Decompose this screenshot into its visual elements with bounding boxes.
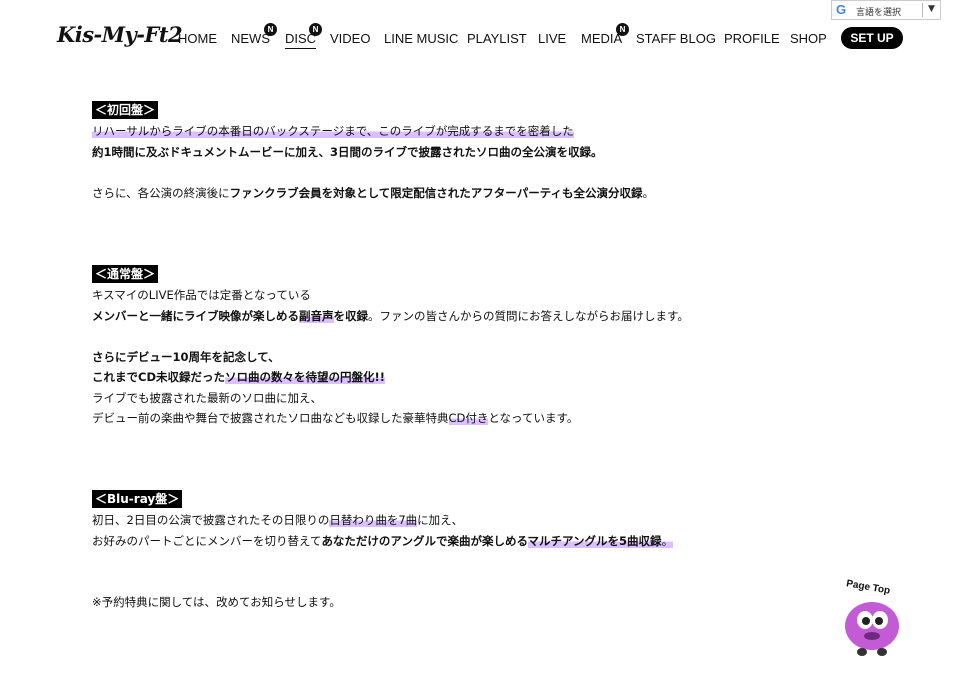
first-line-3c: 。	[642, 186, 655, 200]
normal-line-6a: デビュー前の楽曲や舞台で披露されたソロ曲なども収録した豪華特典	[92, 411, 449, 425]
normal-line-2a: メンバーと一緒にライブ映像が楽しめる	[92, 309, 299, 323]
nav-home[interactable]: HOME	[178, 31, 217, 46]
normal-line-2c: を収録	[333, 309, 369, 323]
nav-staff-blog[interactable]: STAFF BLOG	[636, 31, 716, 46]
normal-line-2b: 副音声	[299, 309, 334, 323]
nav-live[interactable]: LIVE	[538, 31, 566, 46]
normal-line-4a: これまでCD未収録だった	[92, 370, 225, 384]
bluray-line-1a: 初日、2日目の公演で披露されたその日限りの	[92, 513, 330, 527]
setup-button[interactable]: SET UP	[841, 27, 903, 49]
section-title-first-edition: ＜初回盤＞	[92, 101, 159, 119]
normal-line-5: ライブでも披露された最新のソロ曲に加え、	[92, 391, 322, 405]
disc-new-badge: N	[309, 23, 322, 36]
normal-line-2d: 。ファンの皆さんからの質問にお答えしながらお届けします。	[368, 309, 689, 323]
section-title-bluray-edition: ＜Blu-ray盤＞	[92, 490, 183, 508]
first-line-3a: さらに、各公演の終演後に	[92, 186, 230, 200]
media-new-badge: N	[616, 23, 629, 36]
normal-line-4: これまでCD未収録だったソロ曲の数々を待望の円盤化!!	[92, 367, 385, 387]
section-title-normal-edition: ＜通常盤＞	[92, 265, 159, 283]
nav-line-music[interactable]: LINE MUSIC	[384, 31, 458, 46]
normal-line-4b: ソロ曲の数々を待望の円盤化!!	[224, 370, 385, 384]
nav-video[interactable]: VIDEO	[330, 31, 370, 46]
first-line-3: さらに、各公演の終演後にファンクラブ会員を対象として限定配信されたアフターパーテ…	[92, 183, 654, 203]
google-icon: G	[836, 2, 847, 17]
normal-line-6b: CD付き	[448, 411, 489, 425]
bluray-line-2d: 。	[661, 534, 674, 548]
nav-playlist[interactable]: PLAYLIST	[467, 31, 527, 46]
language-select[interactable]: G 言語を選択 ▼	[831, 0, 941, 20]
nav-media[interactable]: MEDIA	[581, 31, 622, 46]
bluray-line-1c: に加え、	[417, 513, 464, 527]
bluray-line-2c: マルチアングルを5曲収録	[527, 534, 662, 548]
page-top-button[interactable]: Page Top	[838, 578, 908, 660]
language-select-divider	[922, 3, 923, 17]
normal-line-1: キスマイのLIVE作品では定番となっている	[92, 288, 311, 302]
normal-line-6: デビュー前の楽曲や舞台で披露されたソロ曲なども収録した豪華特典CD付きとなってい…	[92, 408, 578, 428]
language-select-label: 言語を選択	[856, 8, 902, 18]
normal-line-6c: となっています。	[488, 411, 579, 425]
mascot-icon	[845, 602, 899, 656]
first-line-1: リハーサルからライブの本番日のバックステージまで、このライブが完成するまでを密着…	[92, 121, 574, 141]
bluray-line-1: 初日、2日目の公演で披露されたその日限りの日替わり曲を7曲に加え、	[92, 510, 463, 530]
preorder-note: ※予約特典に関しては、改めてお知らせします。	[92, 595, 341, 609]
normal-line-3: さらにデビュー10周年を記念して、	[92, 350, 280, 364]
bluray-line-2b: あなただけのアングルで楽曲が楽しめる	[321, 534, 528, 548]
first-line-3b: ファンクラブ会員を対象として限定配信されたアフターパーティも全公演分収録	[229, 186, 643, 200]
normal-line-2: メンバーと一緒にライブ映像が楽しめる副音声を収録。ファンの皆さんからの質問にお答…	[92, 306, 689, 326]
first-line-2: 約1時間に及ぶドキュメントムービーに加え、3日間のライブで披露されたソロ曲の全公…	[92, 145, 603, 159]
chevron-down-icon: ▼	[928, 4, 935, 14]
first-line-1-text: リハーサルからライブの本番日のバックステージまで、このライブが完成するまでを密着…	[92, 124, 574, 138]
site-header: Kis-My-Ft2 HOME NEWS N DISC N VIDEO LINE…	[0, 0, 960, 80]
site-logo[interactable]: Kis-My-Ft2	[57, 22, 183, 47]
bluray-line-1b: 日替わり曲を7曲	[329, 513, 418, 527]
nav-profile[interactable]: PROFILE	[724, 31, 780, 46]
bluray-line-2a: お好みのパートごとにメンバーを切り替えて	[92, 534, 322, 548]
bluray-line-2: お好みのパートごとにメンバーを切り替えてあなただけのアングルで楽曲が楽しめるマル…	[92, 531, 674, 551]
news-new-badge: N	[264, 23, 277, 36]
nav-shop[interactable]: SHOP	[790, 31, 827, 46]
nav-news[interactable]: NEWS	[231, 31, 270, 46]
